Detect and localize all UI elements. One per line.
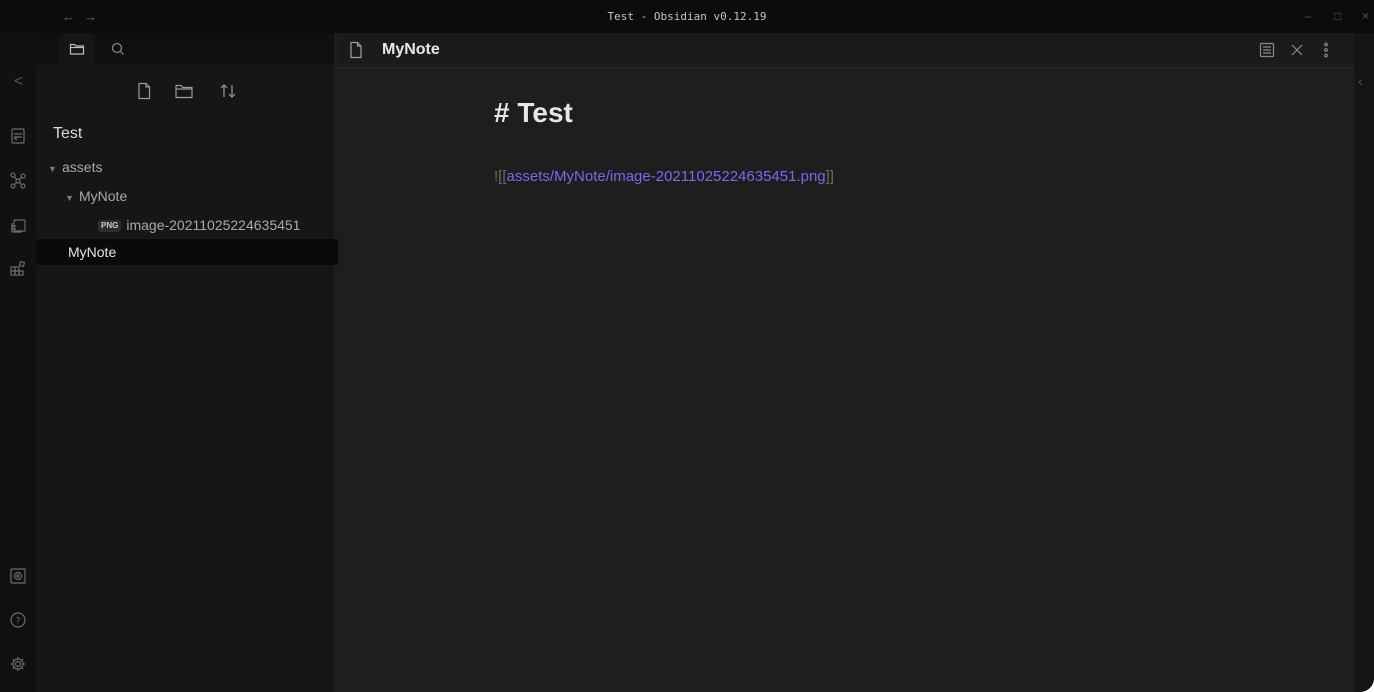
folder-mynote[interactable]: ▼ MyNote bbox=[36, 183, 363, 209]
heading-line[interactable]: # Test bbox=[494, 97, 573, 129]
file-mynote[interactable]: MyNote bbox=[36, 239, 366, 265]
graph-view-icon[interactable] bbox=[9, 171, 27, 189]
folder-label: MyNote bbox=[79, 188, 128, 204]
open-quick-switcher-icon[interactable] bbox=[9, 127, 27, 145]
embed-link[interactable]: assets/MyNote/image-20211025224635451.pn… bbox=[507, 168, 826, 185]
embed-close-syntax: ]] bbox=[825, 168, 834, 185]
collapse-arrow-icon[interactable]: ▼ bbox=[48, 156, 62, 182]
folder-assets[interactable]: ▼ assets bbox=[36, 154, 346, 180]
maximize-button[interactable]: □ bbox=[1334, 9, 1341, 23]
close-pane-icon[interactable] bbox=[1288, 41, 1306, 59]
obsidian-window: ← → Test - Obsidian v0.12.19 – □ × < ? T… bbox=[0, 0, 1374, 692]
embed-open-syntax: ![[ bbox=[494, 168, 507, 185]
collapse-arrow-icon[interactable]: ▼ bbox=[65, 185, 79, 211]
reading-view-icon[interactable] bbox=[1258, 41, 1276, 59]
window-title: Test - Obsidian v0.12.19 bbox=[607, 10, 767, 23]
minimize-button[interactable]: – bbox=[1305, 9, 1312, 23]
folder-icon bbox=[69, 43, 85, 55]
document-icon bbox=[348, 41, 364, 59]
sidebar-tab-bar bbox=[36, 33, 334, 65]
search-tab[interactable] bbox=[100, 33, 136, 65]
command-palette-icon[interactable] bbox=[9, 260, 27, 278]
view-header: MyNote bbox=[338, 33, 1354, 68]
slides-icon[interactable] bbox=[9, 217, 27, 235]
close-window-button[interactable]: × bbox=[1362, 9, 1369, 23]
settings-icon[interactable] bbox=[9, 655, 27, 673]
left-sidebar: Test ▼ assets ▼ MyNote PNG image-2021102522… bbox=[36, 33, 366, 692]
open-vault-icon[interactable] bbox=[9, 567, 27, 585]
right-sidebar-collapsed: ‹ bbox=[1354, 33, 1374, 692]
help-icon[interactable]: ? bbox=[9, 611, 27, 629]
file-explorer-tab[interactable] bbox=[59, 33, 95, 65]
embed-line[interactable]: ![[assets/MyNote/image-20211025224635451… bbox=[494, 168, 834, 185]
expand-right-sidebar-icon[interactable]: ‹ bbox=[1358, 73, 1363, 89]
file-type-badge: PNG bbox=[98, 220, 122, 232]
view-title[interactable]: MyNote bbox=[382, 41, 440, 59]
svg-text:?: ? bbox=[16, 617, 21, 627]
search-icon bbox=[111, 42, 124, 55]
folder-label: assets bbox=[62, 159, 103, 175]
editor-pane: MyNote # Test ![[assets/MyNote/image-202… bbox=[338, 33, 1354, 692]
sort-icon[interactable] bbox=[218, 81, 238, 101]
new-note-icon[interactable] bbox=[134, 81, 154, 101]
more-options-icon[interactable] bbox=[1317, 41, 1335, 59]
new-folder-icon[interactable] bbox=[174, 81, 194, 101]
file-label: image-20211025224635451 bbox=[126, 217, 301, 233]
vault-name[interactable]: Test bbox=[53, 125, 82, 143]
file-label: MyNote bbox=[68, 244, 117, 260]
title-bar: ← → Test - Obsidian v0.12.19 – □ × bbox=[0, 0, 1374, 33]
collapse-sidebar-icon[interactable]: < bbox=[14, 73, 23, 91]
left-ribbon: < ? bbox=[0, 33, 36, 692]
